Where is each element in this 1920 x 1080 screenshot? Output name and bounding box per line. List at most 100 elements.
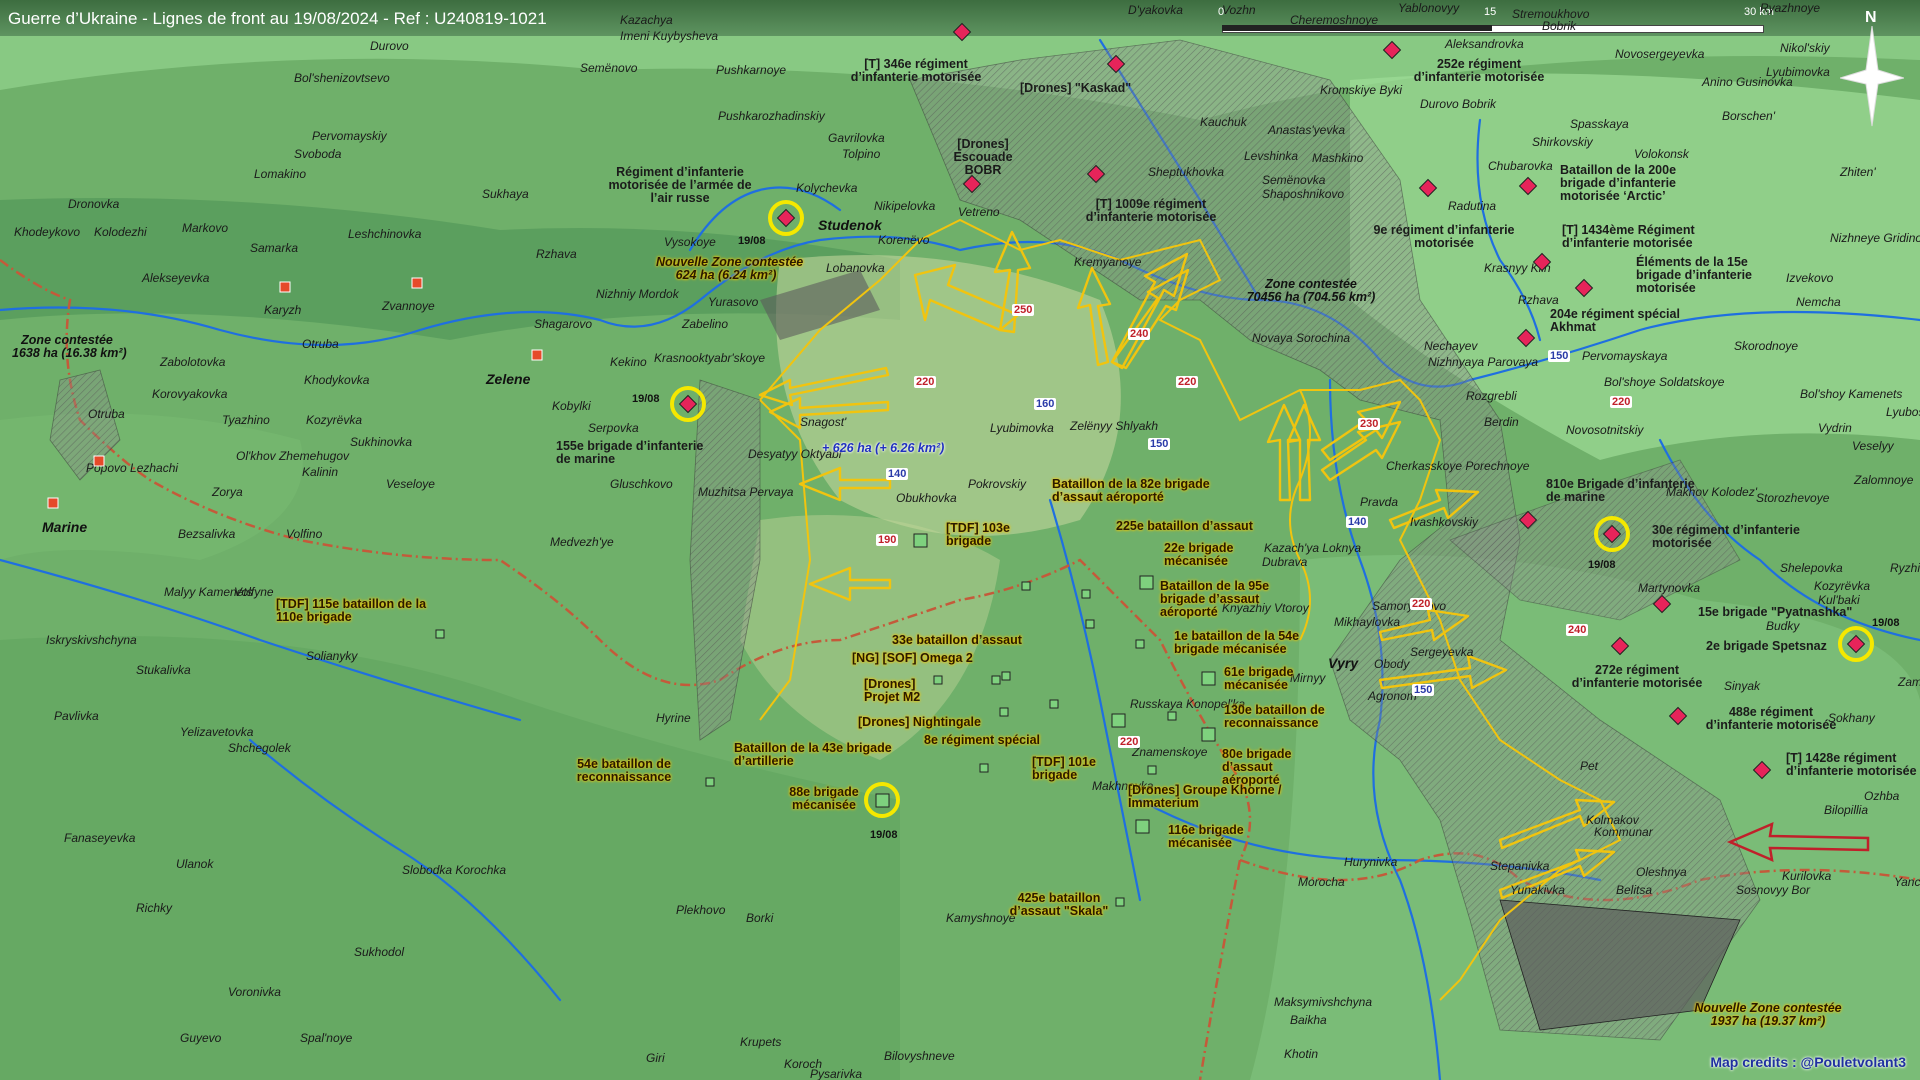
town-label: Zorya xyxy=(212,485,243,499)
road-number: 250 xyxy=(1012,304,1035,316)
town-label: Bilopillia xyxy=(1824,803,1869,817)
town-label: Anastas'yevka xyxy=(1268,123,1345,137)
town-label: Sukhaya xyxy=(482,187,529,201)
unit-label-ua: 33e bataillon d’assaut xyxy=(892,633,1022,647)
town-label: Richky xyxy=(136,901,173,915)
unit-label-ua: Bataillon de la 82e brigade d’assaut aér… xyxy=(1052,477,1210,505)
town-label: Nikipelovka xyxy=(874,199,936,213)
town-label: Novosergeyevka xyxy=(1615,47,1705,61)
date-label: 19/08 xyxy=(738,235,766,247)
town-label: Kekino xyxy=(610,355,647,369)
town-label: Kromskiye Byki xyxy=(1320,83,1403,97)
town-label: Borki xyxy=(746,911,774,925)
town-label: Hyrine xyxy=(656,711,691,725)
town-label: Semënovo xyxy=(580,61,638,75)
town-label: Morocha xyxy=(1298,875,1345,889)
town-label: Baikha xyxy=(1290,1013,1327,1027)
unit-label-ua: 8e régiment spécial xyxy=(924,733,1041,747)
town-label: Volfino xyxy=(286,527,323,541)
town-label: Sosnovyy Bor xyxy=(1736,883,1811,897)
town-label: Medvezh'ye xyxy=(550,535,614,549)
town-label: Izvekovo xyxy=(1786,271,1834,285)
town-label: Markovo xyxy=(182,221,229,235)
unit-label-ru: 155e brigade d’infanterie de marine xyxy=(556,439,704,467)
north-arrow: N xyxy=(1840,8,1904,128)
road-number: 140 xyxy=(886,468,909,480)
town-label: Storozhevoye xyxy=(1756,491,1830,505)
gain-label: + 626 ha (+ 6.26 km²) xyxy=(822,441,945,455)
map-canvas[interactable]: Guerre d’Ukraine - Lignes de front au 19… xyxy=(0,0,1920,1080)
town-label: Samarka xyxy=(250,241,299,255)
town-label: Durovo Bobrik xyxy=(1420,97,1497,111)
town-label: Rzhava xyxy=(536,247,577,261)
town-label: Kazach'ya Loknya xyxy=(1264,541,1362,555)
town-label: Nikol'skiy xyxy=(1780,41,1830,55)
unit-label-ua: [Drones] Groupe Khorne / Immaterium xyxy=(1128,783,1282,811)
unit-label-ua: 61e brigade mécanisée xyxy=(1224,665,1294,693)
date-label: 19/08 xyxy=(632,393,660,405)
town-label: Novosotnitskiy xyxy=(1566,423,1644,437)
town-label: Nemcha xyxy=(1796,295,1841,309)
town-label: Giri xyxy=(646,1051,665,1065)
town-label: Oleshnya xyxy=(1636,865,1687,879)
town-label: Pervomayskaya xyxy=(1582,349,1668,363)
unit-label-ua: 88e brigade mécanisée xyxy=(789,785,859,813)
zone-label-main: Zone contestée 70456 ha (704.56 km²) xyxy=(1236,277,1386,304)
town-label: Bezsalivka xyxy=(178,527,236,541)
unit-label-ru: Bataillon de la 200e brigade d’infanteri… xyxy=(1560,163,1677,204)
unit-label-ua: [TDF] 115e bataillon de la 110e brigade xyxy=(276,597,427,625)
town-label: Solianyky xyxy=(306,649,358,663)
town-label: Budky xyxy=(1766,619,1800,633)
unit-label-ru: 15e brigade "Pyatnashka" xyxy=(1698,605,1853,619)
town-label: Ryzhivka xyxy=(1890,561,1920,575)
town-label: Bobrik xyxy=(1542,19,1577,33)
town-label: Sheptukhovka xyxy=(1148,165,1225,179)
town-label: Yablonovyy xyxy=(1398,1,1460,15)
town-label: Studenok xyxy=(818,217,882,233)
zone-area: 1638 ha (16.38 km²) xyxy=(12,346,127,361)
road-number: 240 xyxy=(1566,624,1589,636)
town-label: Slobodka Korochka xyxy=(402,863,507,877)
town-label: Bol'shenizovtsevo xyxy=(294,71,390,85)
date-label: 19/08 xyxy=(1872,617,1900,629)
town-label: Krasnyy Klin xyxy=(1484,261,1551,275)
town-label: Bilovyshneve xyxy=(884,1049,955,1063)
town-label: Ulanok xyxy=(176,857,214,871)
town-label: Rzhava xyxy=(1518,293,1559,307)
town-label: Novaya Sorochina xyxy=(1252,331,1351,345)
town-label: Maksymivshchyna xyxy=(1274,995,1373,1009)
town-label: Kobylki xyxy=(552,399,591,413)
town-label: Svoboda xyxy=(294,147,342,161)
unit-label-ua: 130e bataillon de reconnaissance xyxy=(1224,703,1325,731)
zone-label-new-north: Nouvelle Zone contestée 624 ha (6.24 km²… xyxy=(656,255,803,282)
town-label: Vozhn xyxy=(1222,3,1256,17)
town-label: Muzhitsa Pervaya xyxy=(698,485,794,499)
town-label: Yunakivka xyxy=(1510,883,1565,897)
town-label: Otruba xyxy=(88,407,125,421)
town-label: Nizhneye Gridino xyxy=(1830,231,1920,245)
town-label: Krupets xyxy=(740,1035,782,1049)
town-label: Iskryskivshchyna xyxy=(46,633,137,647)
town-label: Alekseyevka xyxy=(142,271,210,285)
town-label: Sukhinovka xyxy=(350,435,413,449)
zone-label-west: Zone contestée 1638 ha (16.38 km²) xyxy=(12,333,127,361)
unit-label-ru: [T] 1428e régiment d’infanterie motorisé… xyxy=(1786,751,1917,779)
town-label: Volfyne xyxy=(234,585,274,599)
town-label: Mashkino xyxy=(1312,151,1364,165)
town-label: Kalinin xyxy=(302,465,339,479)
road-number: 220 xyxy=(1118,736,1141,748)
town-label: Gluschkovo xyxy=(610,477,673,491)
town-label: Kremyanoye xyxy=(1074,255,1142,269)
road-number: 190 xyxy=(876,534,899,546)
town-label: Plekhovo xyxy=(676,903,726,917)
town-label: Hurynivka xyxy=(1344,855,1398,869)
town-label: Ryazhnoye xyxy=(1760,1,1821,15)
town-label: Sinyak xyxy=(1724,679,1761,693)
unit-label-ua: Bataillon de la 43e brigade d’artillerie xyxy=(734,741,892,769)
town-label: Kauchuk xyxy=(1200,115,1247,129)
town-label: Popovo Lezhachi xyxy=(86,461,179,475)
town-label: Kommunar xyxy=(1594,825,1653,839)
town-label: Pokrovskiy xyxy=(968,477,1027,491)
town-label: Belitsa xyxy=(1616,883,1653,897)
unit-label-ru: Éléments de la 15e brigade d’infanterie … xyxy=(1636,255,1752,296)
